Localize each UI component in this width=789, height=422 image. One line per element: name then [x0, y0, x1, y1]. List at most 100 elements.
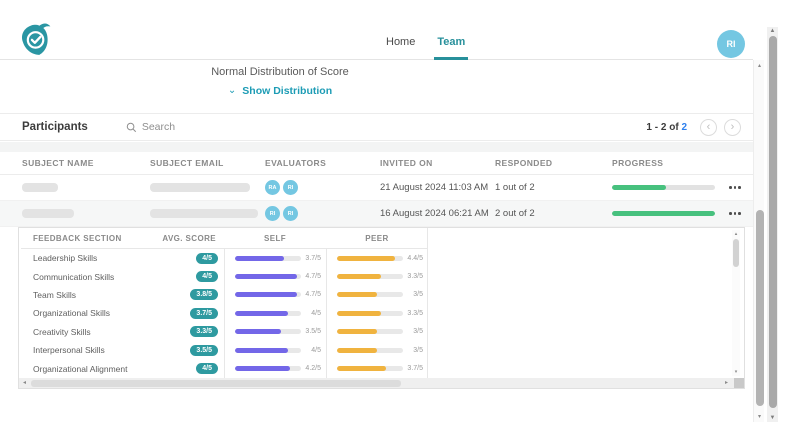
panel-vscroll-thumb[interactable]: [733, 239, 739, 267]
evaluator-avatar[interactable]: RA: [265, 180, 280, 195]
participants-title: Participants: [22, 121, 88, 133]
self-score-value: 3.5/5: [305, 328, 321, 335]
nav-home[interactable]: Home: [383, 36, 418, 60]
pagination-range: 1 - 2 of 2: [646, 122, 687, 133]
peer-score-bar: [337, 256, 403, 261]
participants-rows: RARI 21 August 2024 11:03 AM 1 out of 2 …: [0, 175, 753, 227]
table-row[interactable]: RARI 21 August 2024 11:03 AM 1 out of 2: [0, 175, 753, 201]
scroll-right-icon[interactable]: ▸: [725, 379, 728, 386]
col-avg-score: AVG. SCORE: [162, 234, 216, 243]
scroll-down-icon[interactable]: ▾: [754, 413, 765, 420]
show-distribution-label: Show Distribution: [242, 85, 332, 97]
top-header: Home Team RI: [0, 0, 753, 60]
scroll-up-icon[interactable]: ▴: [732, 231, 740, 237]
row-actions-button[interactable]: [729, 186, 741, 189]
feedback-panel: FEEDBACK SECTION AVG. SCORE SELF PEER Le…: [18, 227, 745, 389]
search-icon: [126, 122, 137, 133]
search-input[interactable]: Search: [126, 121, 175, 133]
participants-table: SUBJECT NAME SUBJECT EMAIL EVALUATORS IN…: [0, 152, 753, 227]
scroll-down-icon[interactable]: ▼: [767, 415, 778, 421]
pagination-next-button[interactable]: ›: [724, 119, 741, 136]
avg-score-badge: 4/5: [196, 271, 218, 282]
avg-score-badge: 3.3/5: [190, 326, 218, 337]
peer-score-value: 3.3/5: [407, 273, 423, 280]
panel-hscroll-thumb[interactable]: [31, 380, 401, 387]
nav-team[interactable]: Team: [434, 36, 468, 60]
content-vertical-scrollbar[interactable]: ▴ ▾: [753, 60, 764, 422]
scroll-down-icon[interactable]: ▾: [732, 369, 740, 375]
peer-score-bar: [337, 348, 403, 353]
avg-score-badge: 4/5: [196, 253, 218, 264]
self-score-bar: [235, 274, 301, 279]
peer-score-value: 3/5: [413, 291, 423, 298]
self-score-bar: [235, 329, 301, 334]
self-score-bar: [235, 256, 301, 261]
search-placeholder: Search: [142, 121, 175, 133]
evaluator-avatars: RIRI: [265, 206, 380, 221]
participants-toolbar: Participants Search 1 - 2 of 2 ‹ ›: [0, 114, 753, 141]
peer-score-value: 4.4/5: [407, 255, 423, 262]
window-vscroll-thumb[interactable]: [769, 36, 777, 408]
evaluator-avatar[interactable]: RI: [265, 206, 280, 221]
peer-score-bar: [337, 366, 403, 371]
brand-logo-icon[interactable]: [18, 20, 54, 58]
peer-score-bar: [337, 274, 403, 279]
peer-score-bar: [337, 311, 403, 316]
panel-horizontal-scrollbar[interactable]: ◂ ▸: [19, 378, 744, 388]
avg-score-badge: 3.8/5: [190, 289, 218, 300]
pagination-total: 2: [681, 122, 687, 133]
feedback-section-label: Creativity Skills: [33, 327, 91, 337]
responded-value: 1 out of 2: [495, 182, 612, 193]
avg-score-badge: 3.5/5: [190, 345, 218, 356]
feedback-table: FEEDBACK SECTION AVG. SCORE SELF PEER Le…: [21, 228, 428, 378]
feedback-table-header: FEEDBACK SECTION AVG. SCORE SELF PEER: [21, 228, 427, 249]
feedback-rows: Leadership Skills 4/5 3.7/5 4.4/5 Commun…: [21, 249, 427, 378]
redacted-subject-name: [22, 209, 74, 218]
progress-bar: [612, 211, 715, 216]
feedback-section-label: Communication Skills: [33, 272, 114, 282]
panel-vertical-scrollbar[interactable]: ▴ ▾: [732, 230, 740, 376]
self-score-value: 4/5: [311, 347, 321, 354]
show-distribution-link[interactable]: ⌄Show Distribution: [0, 85, 560, 97]
peer-score-value: 3/5: [413, 347, 423, 354]
peer-score-bar: [337, 292, 403, 297]
evaluator-avatar[interactable]: RI: [283, 206, 298, 221]
pagination-prev-button[interactable]: ‹: [700, 119, 717, 136]
avg-score-badge: 3.7/5: [190, 308, 218, 319]
self-score-bar: [235, 292, 301, 297]
col-feedback-section: FEEDBACK SECTION: [33, 234, 122, 243]
invited-on-value: 16 August 2024 06:21 AM: [380, 208, 495, 219]
scroll-up-icon[interactable]: ▴: [754, 62, 765, 69]
feedback-row: Interpersonal Skills 3.5/5 4/5 3/5: [21, 341, 427, 359]
redacted-subject-name: [22, 183, 58, 192]
participants-table-header: SUBJECT NAME SUBJECT EMAIL EVALUATORS IN…: [0, 152, 753, 175]
avg-score-badge: 4/5: [196, 363, 218, 374]
col-responded: RESPONDED: [495, 158, 612, 168]
feedback-row: Creativity Skills 3.3/5 3.5/5 3/5: [21, 323, 427, 341]
scrollbar-corner: [734, 378, 744, 388]
distribution-title: Normal Distribution of Score: [0, 66, 560, 78]
scroll-up-icon[interactable]: ▲: [767, 28, 778, 34]
col-subject-email: SUBJECT EMAIL: [150, 158, 265, 168]
col-self: SELF: [224, 234, 326, 243]
scroll-left-icon[interactable]: ◂: [23, 379, 26, 386]
content-vscroll-thumb[interactable]: [756, 210, 764, 406]
self-score-value: 4.7/5: [305, 273, 321, 280]
table-row[interactable]: RIRI 16 August 2024 06:21 AM 2 out of 2: [0, 201, 753, 227]
feedback-section-label: Leadership Skills: [33, 253, 97, 263]
row-actions-button[interactable]: [729, 212, 741, 215]
self-score-bar: [235, 311, 301, 316]
self-score-value: 3.7/5: [305, 255, 321, 262]
feedback-row: Team Skills 3.8/5 4.7/5 3/5: [21, 286, 427, 304]
window-vertical-scrollbar[interactable]: ▲ ▼: [767, 27, 778, 422]
user-avatar[interactable]: RI: [717, 30, 745, 58]
redacted-subject-email: [150, 209, 258, 218]
evaluator-avatar[interactable]: RI: [283, 180, 298, 195]
self-score-bar: [235, 366, 301, 371]
pagination: 1 - 2 of 2 ‹ ›: [646, 119, 741, 136]
evaluator-avatars: RARI: [265, 180, 380, 195]
col-peer: PEER: [326, 234, 428, 243]
feedback-section-label: Team Skills: [33, 290, 76, 300]
col-evaluators: EVALUATORS: [265, 158, 380, 168]
peer-score-bar: [337, 329, 403, 334]
